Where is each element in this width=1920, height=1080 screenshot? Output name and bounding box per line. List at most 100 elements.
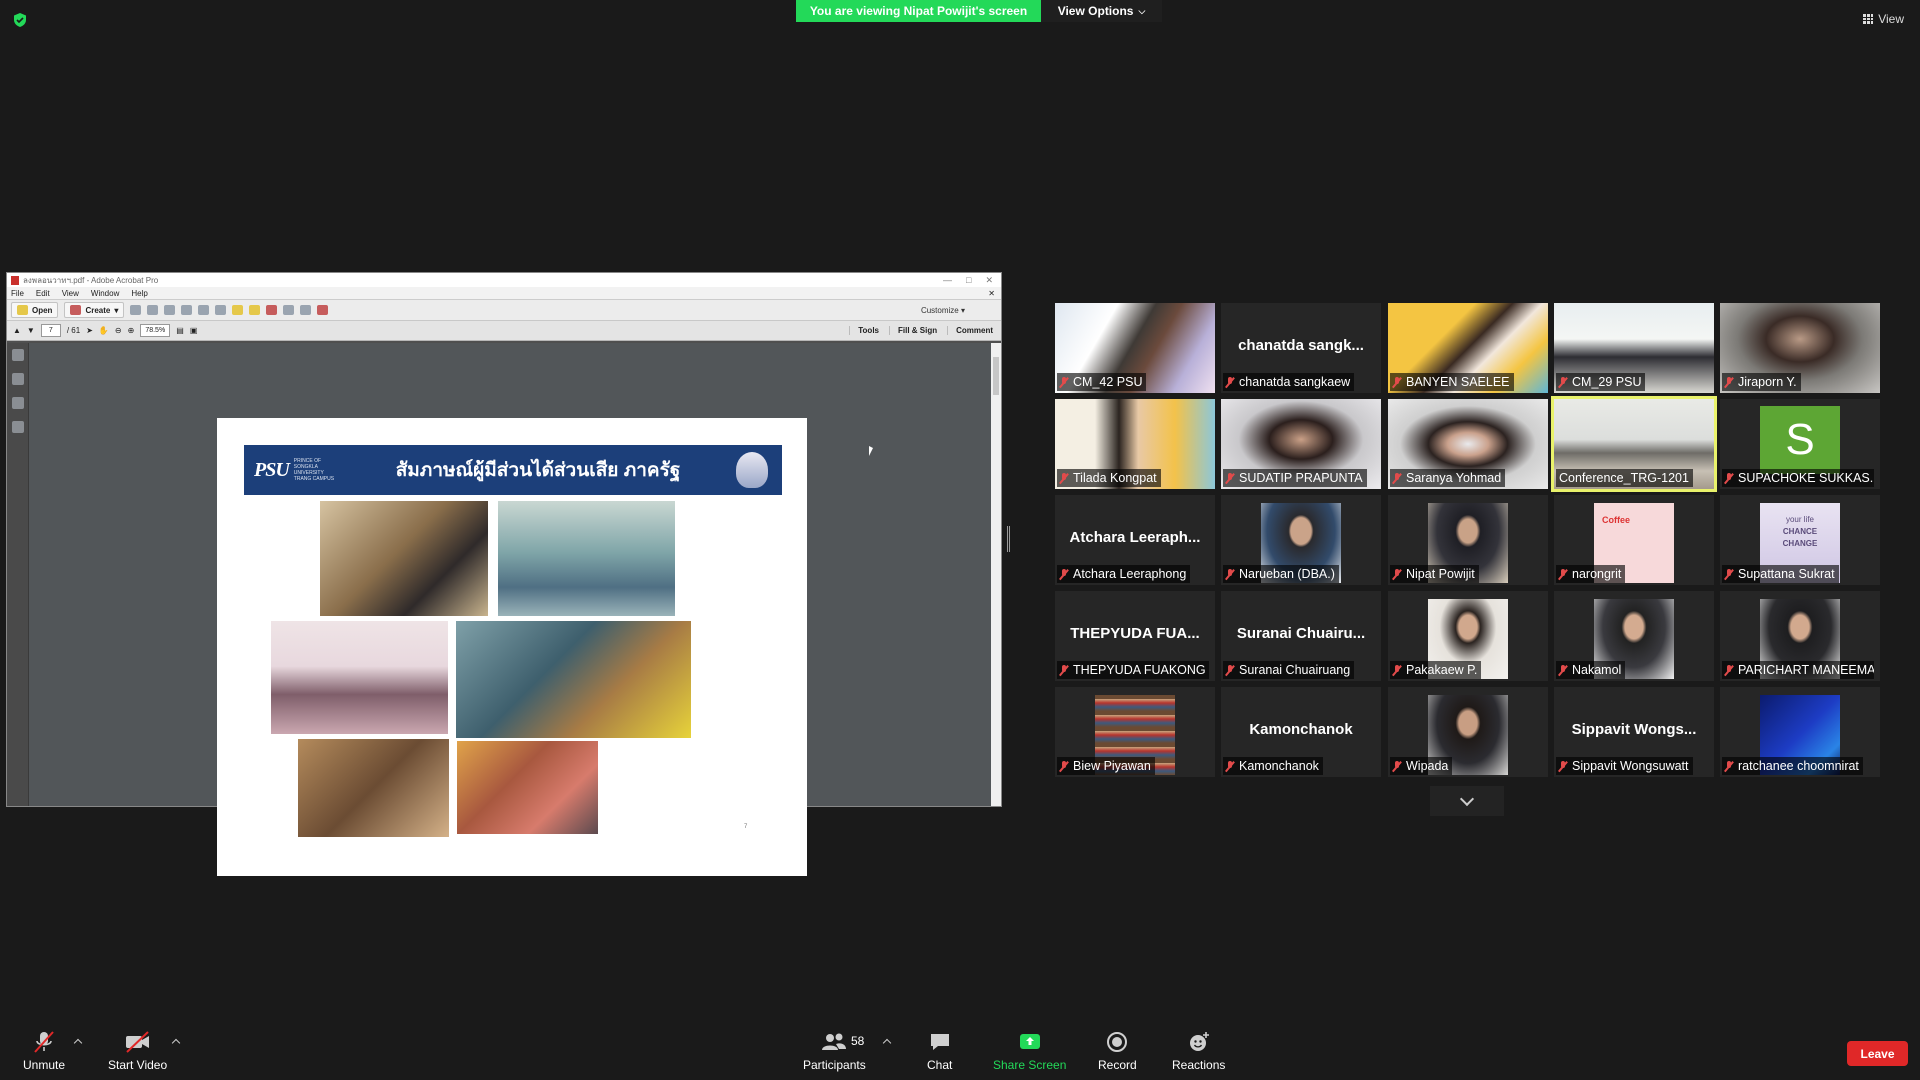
participants-options-caret-icon[interactable] [882,1038,892,1048]
participant-tile[interactable]: THEPYUDA FUA... THEPYUDA FUAKONG [1055,591,1215,681]
close-icon[interactable]: ✕ [985,275,993,286]
view-options-button[interactable]: View Options ⌵ [1041,0,1162,22]
export-pdf-icon[interactable] [266,305,278,315]
muted-mic-icon [1559,760,1567,772]
zoom-level-input[interactable]: 78.5% [140,324,171,337]
comment-pane-button[interactable]: Comment [947,326,993,335]
record-icon [1107,1032,1128,1052]
muted-mic-icon [1393,472,1401,484]
next-page-gallery-button[interactable] [1430,786,1504,816]
participant-tile[interactable]: Pakakaew P. [1388,591,1548,681]
page-thumbnails-icon[interactable] [11,349,24,361]
tools-pane-button[interactable]: Tools [849,326,879,335]
participant-tile[interactable]: chanatda sangk... chanatda sangkaew [1221,303,1381,393]
zoom-out-icon[interactable]: ⊖ [115,326,122,335]
prev-page-icon[interactable]: ▲ [13,326,21,335]
participant-tile[interactable]: Biew Piyawan [1055,687,1215,777]
participant-tile[interactable]: Wipada [1388,687,1548,777]
page-number-input[interactable]: 7 [40,324,61,337]
name-label: narongrit [1556,565,1626,583]
participant-tile[interactable]: Nakamol [1554,591,1714,681]
organize-icon[interactable] [300,305,312,315]
acrobat-document-area[interactable]: PSU PRINCE OF SONGKLA UNIVERSITY TRANG C… [7,343,1001,876]
audio-options-caret-icon[interactable] [73,1038,83,1048]
participant-tile[interactable]: ratchanee choomnirat [1720,687,1880,777]
participant-tile[interactable]: CM_29 PSU [1554,303,1714,393]
share-screen-button[interactable]: Share Screen [993,1030,1066,1072]
print-icon[interactable] [164,305,176,315]
leave-button[interactable]: Leave [1847,1041,1908,1066]
fit-page-icon[interactable]: ▤ [176,326,184,335]
participant-tile[interactable]: Nipat Powijit [1388,495,1548,585]
menu-window[interactable]: Window [91,289,119,298]
muted-mic-icon [1559,664,1567,676]
highlight-icon[interactable] [249,305,261,315]
signatures-icon[interactable] [11,397,24,409]
view-layout-button[interactable]: View [1863,12,1904,26]
menu-view[interactable]: View [62,289,79,298]
participant-tile[interactable]: Narueban (DBA.) [1221,495,1381,585]
participant-tile[interactable]: Tilada Kongpat [1055,399,1215,489]
participant-tile[interactable]: SUDATIP PRAPUNTA [1221,399,1381,489]
acrobat-menu-bar: File Edit View Window Help ✕ [7,287,1001,300]
video-options-caret-icon[interactable] [171,1038,181,1048]
email-icon[interactable] [198,305,210,315]
combine-icon[interactable] [283,305,295,315]
comment-bubble-icon[interactable] [232,305,244,315]
security-shield-icon[interactable] [12,12,28,28]
create-button[interactable]: Create ▾ [64,302,125,318]
participant-tile[interactable]: Coffee narongrit [1554,495,1714,585]
chat-button[interactable]: Chat [927,1030,952,1072]
acrobat-window-title: ลงพลอนวาทฯ.pdf - Adobe Acrobat Pro [23,275,159,285]
hand-tool-icon[interactable]: ✋ [99,326,109,335]
next-page-icon[interactable]: ▼ [27,326,35,335]
participant-tile[interactable]: your life CHANCE CHANGE Supattana Sukrat [1720,495,1880,585]
menu-help[interactable]: Help [131,289,147,298]
muted-mic-icon [1226,376,1234,388]
video-off-icon [125,1031,149,1053]
unmute-button[interactable]: Unmute [23,1030,65,1072]
document-scrollbar[interactable] [991,343,1001,806]
menu-file[interactable]: File [11,289,24,298]
participant-tile[interactable]: BANYEN SAELEE [1388,303,1548,393]
close-document-icon[interactable]: ✕ [988,289,1001,298]
record-button[interactable]: Record [1098,1030,1137,1072]
participant-tile[interactable]: PARICHART MANEEMAI [1720,591,1880,681]
participant-tile[interactable]: S SUPACHOKE SUKKAS... [1720,399,1880,489]
folder-icon [17,305,28,315]
bookmarks-icon[interactable] [11,373,24,385]
edit-icon[interactable] [181,305,193,315]
fill-sign-pane-button[interactable]: Fill & Sign [889,326,937,335]
view-options-label: View Options [1057,4,1134,18]
participant-tile-active-speaker[interactable]: Conference_TRG-1201 [1551,396,1717,492]
participant-tile[interactable]: Atchara Leeraph... Atchara Leeraphong [1055,495,1215,585]
start-video-button[interactable]: Start Video [108,1030,167,1072]
participant-tile[interactable]: Sippavit Wongs... Sippavit Wongsuwatt [1554,687,1714,777]
attachments-icon[interactable] [11,421,24,433]
participant-tile[interactable]: Saranya Yohmad [1388,399,1548,489]
name-label: Atchara Leeraphong [1057,565,1191,583]
quote-line-3: CHANGE [1782,539,1818,548]
cloud-upload-icon[interactable] [147,305,159,315]
splitter-handle[interactable] [1007,526,1010,552]
maximize-icon[interactable]: □ [966,275,971,286]
full-screen-icon[interactable]: ▣ [190,326,198,335]
participant-tile[interactable]: CM_42 PSU [1055,303,1215,393]
share-screen-icon [1019,1034,1040,1049]
shared-screen-acrobat-window[interactable]: ลงพลอนวาทฯ.pdf - Adobe Acrobat Pro — □ ✕… [6,272,1002,876]
settings-icon[interactable] [215,305,227,315]
scrollbar-thumb[interactable] [993,357,999,395]
customize-dropdown[interactable]: Customize ▾ [921,306,965,315]
participant-tile[interactable]: Jiraporn Y. [1720,303,1880,393]
muted-mic-icon [1060,376,1068,388]
zoom-in-icon[interactable]: ⊕ [128,326,135,335]
reactions-button[interactable]: Reactions [1172,1030,1225,1072]
minimize-icon[interactable]: — [943,275,952,286]
open-button[interactable]: Open [11,302,59,318]
select-tool-icon[interactable]: ➤ [86,326,93,335]
save-icon[interactable] [130,305,142,315]
participant-tile[interactable]: Kamonchanok Kamonchanok [1221,687,1381,777]
menu-edit[interactable]: Edit [36,289,50,298]
participant-tile[interactable]: Suranai Chuairu... Suranai Chuairuang [1221,591,1381,681]
protect-icon[interactable] [317,305,329,315]
